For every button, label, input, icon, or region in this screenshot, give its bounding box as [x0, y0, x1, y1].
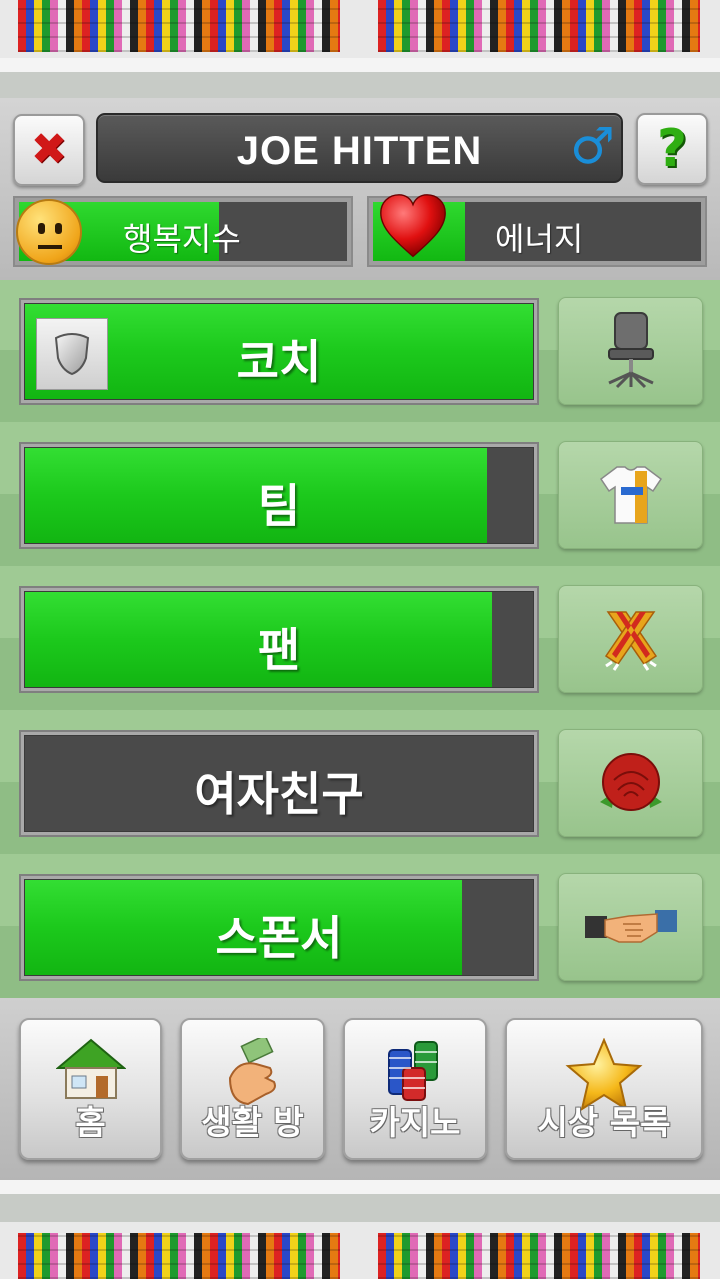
- divider: [0, 72, 720, 98]
- office-chair-icon[interactable]: [558, 297, 703, 405]
- crowd-banner-bottom: [0, 1222, 720, 1279]
- fans-label: 팬: [257, 623, 301, 677]
- casino-label: 카지노: [369, 1103, 461, 1142]
- girlfriend-relation-button[interactable]: 여자친구: [19, 730, 539, 837]
- crowd-banner-top: [0, 0, 720, 58]
- casino-button[interactable]: 카지노: [343, 1018, 487, 1160]
- coach-relation-button[interactable]: 코치: [19, 298, 539, 405]
- crowd-graphic: [378, 0, 700, 52]
- crowd-graphic: [378, 1233, 700, 1279]
- awards-label: 시상 목록: [537, 1103, 671, 1142]
- rose-icon[interactable]: [558, 729, 703, 837]
- close-button[interactable]: ✖: [13, 114, 85, 186]
- shield-icon: [36, 318, 108, 390]
- home-button[interactable]: 홈: [19, 1018, 162, 1160]
- casino-chips-icon: [388, 1041, 438, 1101]
- team-label: 팀: [257, 479, 301, 533]
- help-button[interactable]: ?: [636, 113, 708, 185]
- handshake-icon[interactable]: [558, 873, 703, 981]
- home-label: 홈: [75, 1103, 106, 1142]
- fans-relation-button[interactable]: 팬: [19, 586, 539, 693]
- girlfriend-label: 여자친구: [194, 767, 364, 821]
- divider: [0, 1194, 720, 1222]
- awards-button[interactable]: 시상 목록: [505, 1018, 703, 1160]
- player-name: JOE HITTEN: [236, 129, 483, 173]
- team-relation-button[interactable]: 팀: [19, 442, 539, 549]
- happiness-label: 행복지수: [123, 220, 241, 258]
- jersey-icon[interactable]: [558, 441, 703, 549]
- close-icon: ✖: [30, 124, 68, 175]
- player-name-plate: JOE HITTEN ♂: [96, 113, 623, 183]
- heart-icon: [380, 194, 446, 258]
- scarf-icon[interactable]: [558, 585, 703, 693]
- divider: [0, 58, 720, 72]
- sponsor-label: 스폰서: [215, 911, 343, 965]
- crowd-graphic: [18, 1233, 340, 1279]
- house-icon: [55, 1038, 126, 1099]
- lifestyle-label: 생활 방: [201, 1103, 304, 1142]
- energy-label: 에너지: [495, 220, 584, 258]
- neutral-face-icon: [16, 199, 82, 265]
- lifestyle-button[interactable]: 생활 방: [180, 1018, 325, 1160]
- question-icon: ?: [656, 119, 688, 179]
- divider: [0, 1180, 720, 1194]
- sponsor-relation-button[interactable]: 스폰서: [19, 874, 539, 981]
- male-icon: ♂: [570, 117, 615, 175]
- crowd-graphic: [18, 0, 340, 52]
